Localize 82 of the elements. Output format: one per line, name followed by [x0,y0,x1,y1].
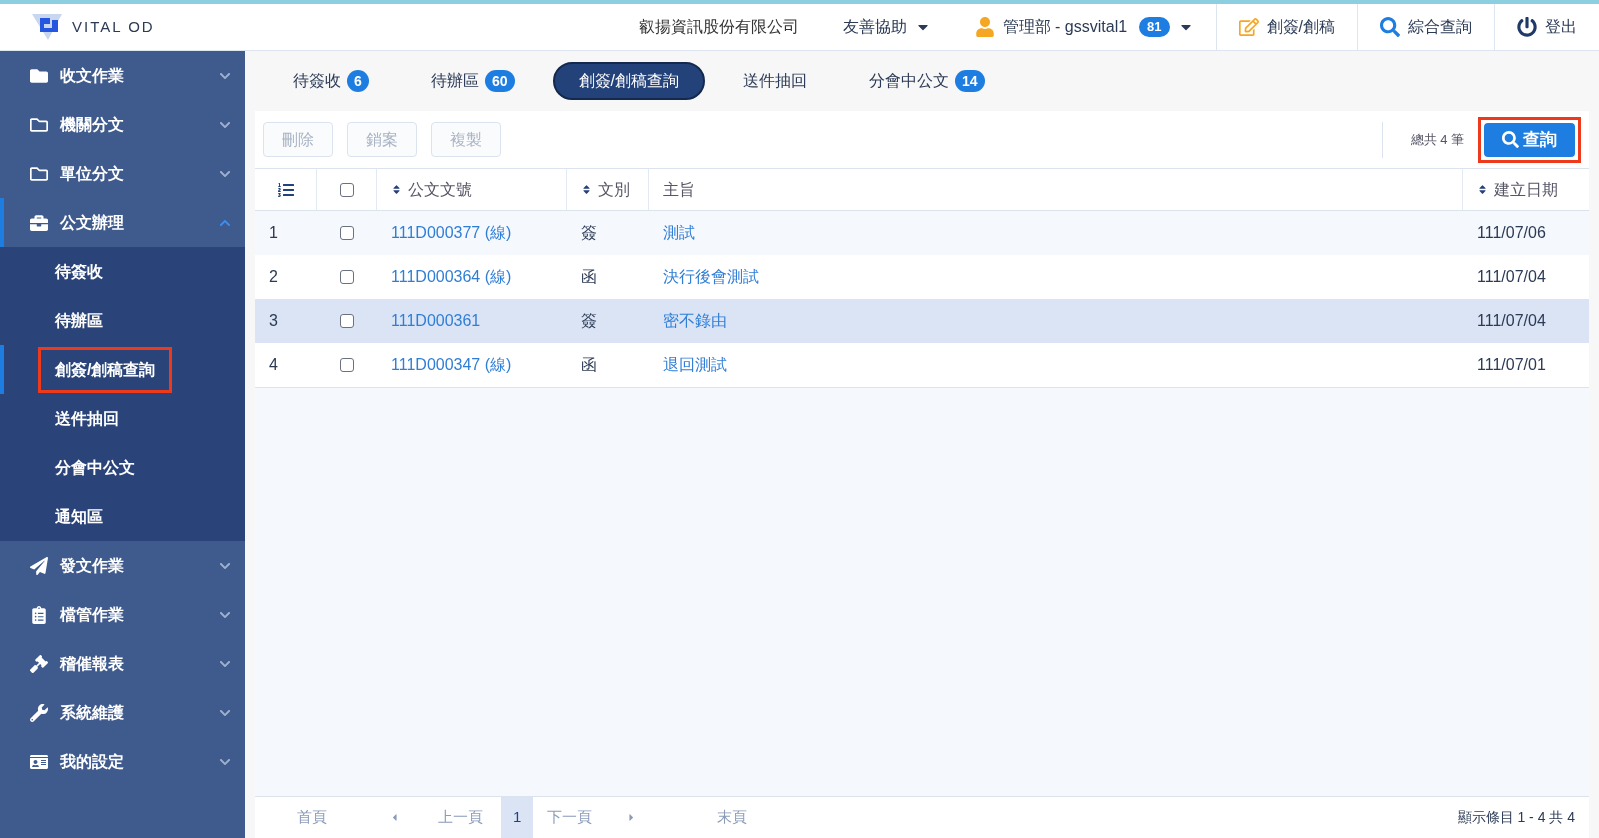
count-badge: 14 [955,70,985,92]
checkbox[interactable] [340,226,354,240]
table-cell-text: 111/07/04 [1476,267,1547,287]
column-header[interactable]: 公文文號 [408,177,472,202]
user-menu[interactable]: 管理部 - gssvital1 81 [974,4,1217,50]
subject-link[interactable]: 測試 [649,221,1463,245]
logo-icon [30,12,64,42]
sort-icon [391,184,402,195]
sidebar-item[interactable]: 機關分文 [0,100,245,149]
sidebar-item[interactable]: 檔管作業 [0,590,245,639]
sidebar-subitem[interactable]: 待簽收 [38,248,120,295]
gavel-icon [30,654,48,673]
folder-icon [30,115,48,134]
checkbox[interactable] [340,358,354,372]
search-icon [1502,131,1519,148]
table-row[interactable]: 3 111D000361 簽 密不錄由 111/07/04 [255,299,1589,343]
document-number-link[interactable]: 111D000347 (線) [377,353,567,377]
sidebar-item[interactable]: 系統維護 [0,688,245,737]
document-number-link[interactable]: 111D000377 (線) [377,221,567,245]
folder-icon [30,66,48,85]
table-cell-text: 函 [580,355,598,375]
row-number: 2 [268,267,279,287]
sidebar-item[interactable]: 稽催報表 [0,639,245,688]
numbered-list-icon [277,181,294,198]
id-card-icon [30,752,48,771]
tab[interactable]: 創簽/創稿查詢 [552,62,706,100]
header-action[interactable]: 登出 [1495,4,1599,50]
user-icon [974,17,995,37]
subject-link[interactable]: 退回測試 [649,353,1463,377]
tab[interactable]: 待辦區 60 [407,62,539,100]
table-row[interactable]: 1 111D000377 (線) 簽 測試 111/07/06 [255,211,1589,255]
header-action[interactable]: 綜合查詢 [1358,4,1495,50]
paper-plane-icon [30,556,48,575]
wrench-icon [30,703,48,722]
sidebar-item[interactable]: 發文作業 [0,541,245,590]
table-cell-text: 簽 [580,223,598,243]
sidebar-item[interactable]: 我的設定 [0,737,245,786]
count-badge: 6 [347,70,369,92]
sidebar-item[interactable]: 單位分文 [0,149,245,198]
row-number: 3 [268,311,279,331]
column-header[interactable]: 文別 [598,177,630,202]
page-summary: 顯示條目 1 - 4 共 4 [1457,808,1575,827]
tab[interactable]: 分會中公文 14 [845,62,1009,100]
column-header[interactable]: 建立日期 [1494,177,1558,202]
sidebar-item[interactable]: 收文作業 [0,51,245,100]
folder-icon [30,164,48,183]
company-name: 叡揚資訊股份有限公司 [638,17,799,37]
edit-icon [1238,17,1259,37]
briefcase-icon [30,213,48,232]
power-icon [1517,17,1537,37]
query-button[interactable]: 查詢 [1484,122,1575,157]
checkbox[interactable] [339,182,354,197]
table-cell-text: 111/07/01 [1476,355,1547,375]
table-cell-text: 111/07/06 [1476,223,1547,243]
sidebar-subitem[interactable]: 分會中公文 [38,444,152,491]
sort-icon [581,184,592,195]
row-number: 4 [268,355,279,375]
document-number-link[interactable]: 111D000364 (線) [377,265,567,289]
total-count: 總共 4 筆 [1410,130,1464,149]
search-icon [1380,17,1400,37]
clipboard-icon [30,605,48,624]
sidebar-subitem[interactable]: 通知區 [38,493,120,540]
row-number: 1 [268,223,279,243]
table-cell-text: 簽 [580,311,598,331]
table-cell-text: 111/07/04 [1476,311,1547,331]
help-menu[interactable]: 友善協助 [842,15,931,39]
sidebar-subitem[interactable]: 送件抽回 [38,395,136,442]
subject-link[interactable]: 決行後會測試 [649,265,1463,289]
column-header[interactable]: 主旨 [663,177,695,202]
count-badge: 60 [485,70,515,92]
page-number[interactable]: 1 [501,796,534,838]
checkbox[interactable] [340,314,354,328]
checkbox[interactable] [340,270,354,284]
sort-icon [1477,184,1488,195]
tab[interactable]: 送件抽回 [719,62,832,100]
sidebar-subitem[interactable]: 待辦區 [38,297,120,344]
logo-text: VITAL OD [72,16,155,37]
tab[interactable]: 待簽收 6 [269,62,393,100]
notification-badge: 81 [1139,17,1170,37]
header-action[interactable]: 創簽/創稿 [1216,4,1358,50]
sidebar-subitem[interactable]: 創簽/創稿查詢 [38,346,173,393]
table-cell-text: 函 [580,267,598,287]
